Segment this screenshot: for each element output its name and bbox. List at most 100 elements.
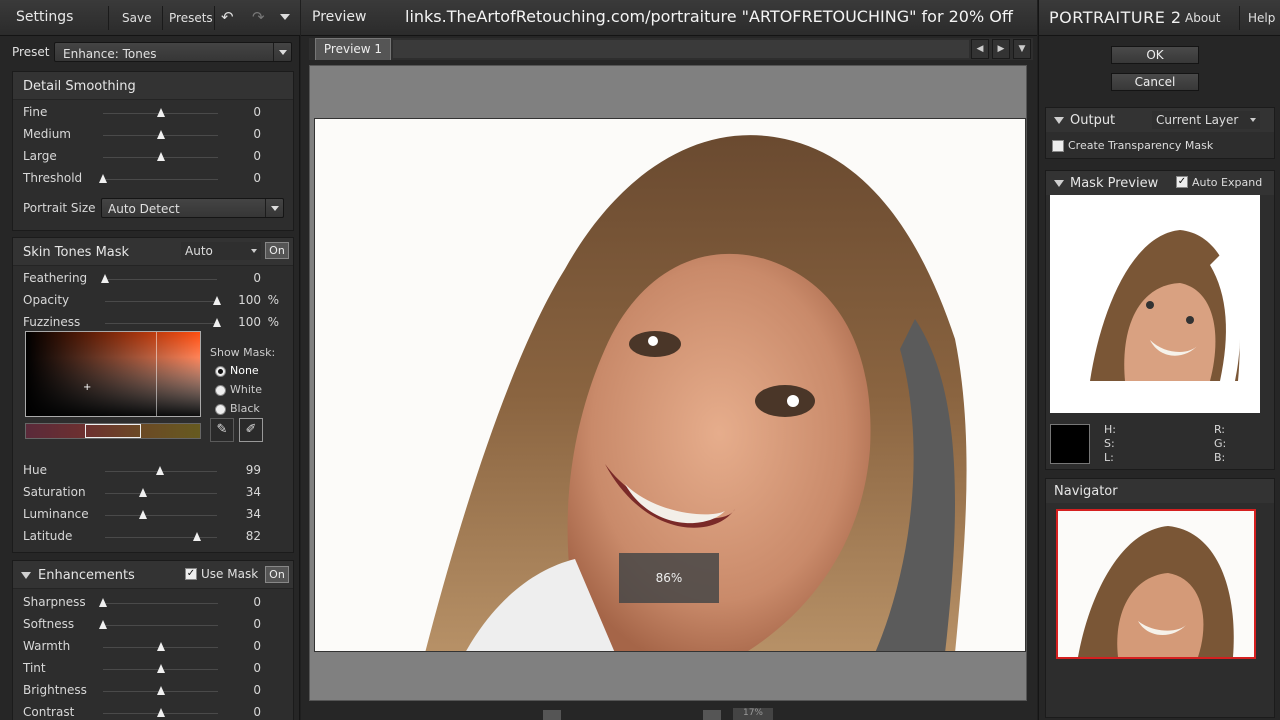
slider-thumb[interactable]	[156, 108, 165, 117]
enhancements-on-button[interactable]: On	[265, 566, 289, 583]
mask-preview-header[interactable]: Mask Preview ✓ Auto Expand	[1046, 171, 1274, 195]
slider-track[interactable]	[105, 510, 217, 519]
presets-button[interactable]: Presets	[169, 11, 213, 25]
slider-thumb[interactable]	[139, 488, 148, 497]
detail-smoothing-header[interactable]: Detail Smoothing	[13, 72, 293, 100]
skin-color-picker[interactable]: +	[25, 331, 201, 417]
slider-track[interactable]	[103, 108, 218, 117]
slider-value[interactable]: 82	[221, 529, 261, 543]
slider-thumb[interactable]	[156, 708, 165, 717]
undo-icon[interactable]: ↶	[221, 8, 234, 26]
navigator-viewport[interactable]	[1056, 509, 1256, 659]
slider-value[interactable]: 0	[221, 617, 261, 631]
slider-track[interactable]	[99, 620, 218, 629]
about-link[interactable]: About	[1185, 11, 1220, 25]
slider-track[interactable]	[105, 532, 217, 541]
auto-expand-checkbox[interactable]: ✓	[1176, 176, 1188, 188]
slider-track[interactable]	[101, 274, 217, 283]
tab-menu-icon[interactable]: ▼	[1013, 39, 1031, 59]
slider-thumb[interactable]	[192, 532, 201, 541]
slider-track[interactable]	[105, 318, 221, 327]
slider-thumb[interactable]	[139, 510, 148, 519]
slider-value[interactable]: 0	[221, 105, 261, 119]
slider-thumb[interactable]	[156, 664, 165, 673]
slider-value[interactable]: 0	[221, 171, 261, 185]
fit-button[interactable]	[543, 710, 561, 720]
slider-value[interactable]: 34	[221, 485, 261, 499]
menu-chevron-down-icon[interactable]	[280, 14, 290, 20]
slider-value[interactable]: 0	[221, 705, 261, 719]
slider-value[interactable]: 0	[221, 271, 261, 285]
skin-mask-on-button[interactable]: On	[265, 242, 289, 259]
preview-canvas[interactable]: 86%	[309, 65, 1027, 701]
slider-value[interactable]: 0	[221, 683, 261, 697]
slider-value[interactable]: 100	[221, 293, 261, 307]
slider-thumb[interactable]	[155, 466, 164, 475]
settings-toolbar: Settings Save Presets ↶ ↷	[0, 0, 300, 36]
show-mask-radio-none[interactable]	[215, 366, 226, 377]
slider-thumb[interactable]	[101, 274, 109, 283]
slider-track[interactable]	[103, 708, 218, 717]
slider-track[interactable]	[103, 152, 218, 161]
preview-title: Preview	[312, 9, 367, 25]
eyedropper-minus-icon[interactable]: ✐	[239, 418, 263, 442]
slider-track[interactable]	[103, 686, 218, 695]
slider-track[interactable]	[105, 466, 217, 475]
chevron-down-icon[interactable]	[273, 43, 291, 61]
hue-readout-label: H:	[1104, 423, 1116, 436]
preset-select[interactable]: Enhance: Tones	[54, 42, 292, 62]
portrait-size-select[interactable]: Auto Detect	[101, 198, 284, 218]
cancel-button[interactable]: Cancel	[1111, 73, 1199, 91]
save-button[interactable]: Save	[122, 11, 151, 25]
slider-thumb[interactable]	[156, 686, 165, 695]
output-header[interactable]: Output Current Layer	[1046, 108, 1274, 132]
enhancements-header[interactable]: Enhancements ✓ Use Mask On	[13, 561, 293, 589]
hue-range-bar[interactable]	[25, 423, 201, 439]
slider-thumb[interactable]	[156, 130, 165, 139]
slider-value[interactable]: 0	[221, 661, 261, 675]
slider-thumb[interactable]	[213, 296, 221, 305]
show-mask-radio-black[interactable]	[215, 404, 226, 415]
eyedropper-icon[interactable]: ✎	[210, 418, 234, 442]
slider-value[interactable]: 99	[221, 463, 261, 477]
slider-thumb[interactable]	[99, 620, 107, 629]
slider-track[interactable]	[99, 598, 218, 607]
next-tab-icon[interactable]: ▶	[992, 39, 1010, 59]
slider-value[interactable]: 100	[221, 315, 261, 329]
slider-track[interactable]	[103, 130, 218, 139]
slider-value[interactable]: 0	[221, 639, 261, 653]
slider-thumb[interactable]	[156, 152, 165, 161]
slider-row-tint: Tint 0	[13, 658, 293, 680]
output-select[interactable]: Current Layer	[1152, 111, 1260, 129]
slider-track[interactable]	[103, 664, 218, 673]
zoom-field[interactable]: 17%	[733, 708, 773, 720]
slider-track[interactable]	[105, 296, 221, 305]
slider-track[interactable]	[99, 174, 218, 183]
use-mask-checkbox[interactable]: ✓	[185, 568, 197, 580]
show-mask-radio-white[interactable]	[215, 385, 226, 396]
slider-thumb[interactable]	[99, 174, 107, 183]
slider-value[interactable]: 34	[221, 507, 261, 521]
slider-thumb[interactable]	[99, 598, 107, 607]
collapse-triangle-icon[interactable]	[1054, 180, 1064, 187]
tab-preview-1[interactable]: Preview 1	[315, 38, 391, 60]
collapse-triangle-icon[interactable]	[1054, 117, 1064, 124]
slider-thumb[interactable]	[213, 318, 221, 327]
zoom-out-button[interactable]	[703, 710, 721, 720]
ok-button[interactable]: OK	[1111, 46, 1199, 64]
help-link[interactable]: Help	[1248, 11, 1275, 25]
skin-tones-mask-header[interactable]: Skin Tones Mask Auto On	[13, 238, 293, 266]
slider-track[interactable]	[105, 488, 217, 497]
slider-thumb[interactable]	[156, 642, 165, 651]
slider-track[interactable]	[103, 642, 218, 651]
transparency-mask-checkbox[interactable]	[1052, 140, 1064, 152]
collapse-triangle-icon[interactable]	[21, 572, 31, 579]
mask-mode-select[interactable]: Auto	[181, 242, 261, 260]
slider-value[interactable]: 0	[221, 595, 261, 609]
prev-tab-icon[interactable]: ◀	[971, 39, 989, 59]
chevron-down-icon[interactable]	[265, 199, 283, 217]
redo-icon[interactable]: ↷	[252, 8, 265, 26]
slider-value[interactable]: 0	[221, 149, 261, 163]
slider-value[interactable]: 0	[221, 127, 261, 141]
hue-range-window[interactable]	[85, 424, 141, 438]
